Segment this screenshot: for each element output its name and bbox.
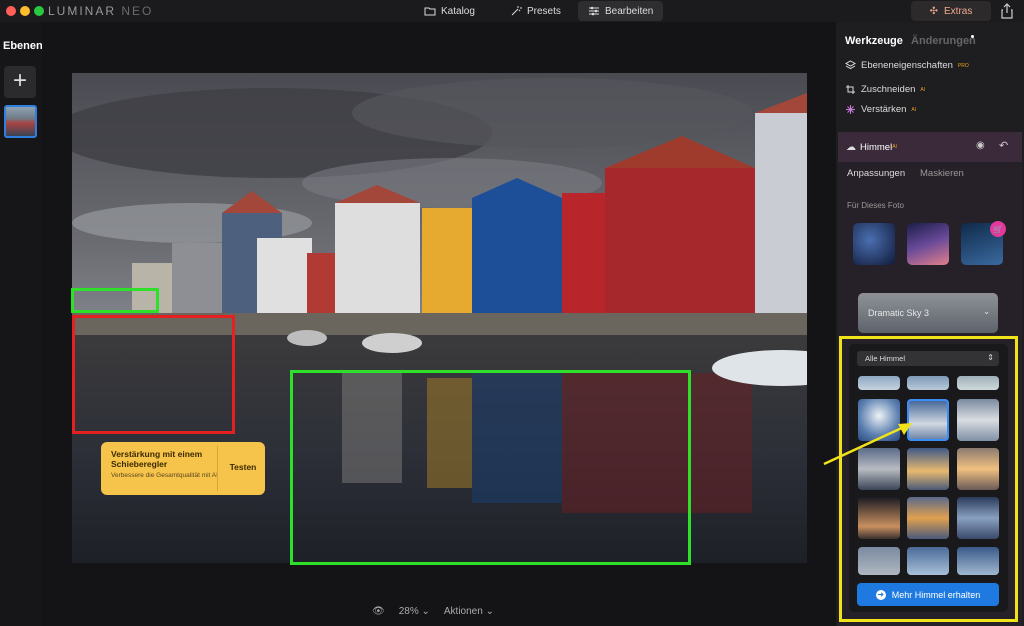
minimize-window-button[interactable] (20, 6, 30, 16)
get-more-skies-button[interactable]: ➜ Mehr Himmel erhalten (857, 583, 999, 606)
sky-gallery-item[interactable] (858, 547, 900, 575)
sky-filter-label: Alle Himmel (865, 354, 906, 363)
sparkle-icon (846, 105, 855, 114)
sky-tool-header[interactable]: ☁ Himmel AI ◉ ↶ (838, 132, 1022, 162)
tab-katalog-label: Katalog (441, 5, 475, 17)
add-layer-button[interactable]: + (4, 66, 36, 98)
cart-icon[interactable]: 🛒 (990, 221, 1006, 237)
sliders-icon (589, 6, 599, 16)
tooltip-description: Verbessere die Gesamtqualität mit AI (111, 472, 218, 479)
actions-label: Aktionen (443, 606, 483, 617)
tool-zuschneiden[interactable]: Zuschneiden AI (845, 84, 925, 95)
app-logo: LUMINAR NEO (48, 4, 154, 18)
sky-gallery-item[interactable] (858, 376, 900, 390)
arrow-circle-icon: ➜ (875, 589, 886, 600)
tab-presets-label: Presets (527, 5, 561, 17)
annotation-arrow (823, 423, 912, 466)
title-bar: LUMINAR NEO Katalog Presets Bearbeiten ✣… (0, 0, 1024, 22)
plus-icon: + (12, 67, 27, 94)
extras-label: Extras (944, 5, 973, 17)
canvas-status-bar: 👁 28% ⌄ Aktionen ⌄ (372, 606, 494, 617)
extras-icon: ✣ (929, 5, 939, 17)
sky-gallery-item[interactable] (907, 547, 949, 575)
chevron-updown-icon: ⇕ (987, 353, 994, 362)
layers-icon (845, 60, 856, 70)
selected-sky-label: Dramatic Sky 3 (868, 308, 930, 318)
tab-bearbeiten[interactable]: Bearbeiten (578, 1, 664, 21)
sky-gallery-item[interactable] (957, 547, 999, 575)
actions-dropdown[interactable]: Aktionen ⌄ (444, 606, 494, 617)
sky-gallery-item[interactable] (957, 399, 999, 441)
tab-bearbeiten-label: Bearbeiten (605, 5, 654, 17)
sky-gallery-item[interactable] (957, 497, 999, 539)
crop-icon (846, 85, 855, 94)
close-window-button[interactable] (6, 6, 16, 16)
ai-badge: AI (911, 106, 917, 113)
get-more-skies-label: Mehr Himmel erhalten (891, 589, 981, 600)
sky-gallery-item[interactable] (957, 376, 999, 390)
extras-button[interactable]: ✣ Extras (911, 1, 991, 21)
subtab-maskieren[interactable]: Maskieren (920, 168, 964, 179)
eye-icon[interactable]: ◉ (976, 140, 985, 151)
enhance-tooltip: Verstärkung mit einem Schieberegler Verb… (101, 442, 265, 495)
tab-aenderungen[interactable]: Änderungen (911, 35, 976, 47)
sky-gallery-item[interactable] (858, 497, 900, 539)
sky-gallery-item[interactable] (957, 448, 999, 490)
tab-katalog[interactable]: Katalog (414, 1, 485, 21)
ai-badge: AI (892, 144, 897, 150)
layer-thumbnail[interactable] (4, 105, 37, 138)
zoom-dropdown[interactable]: 28% ⌄ (399, 606, 430, 617)
folder-icon (424, 7, 436, 16)
eye-icon[interactable]: 👁 (372, 606, 385, 617)
sky-filter-dropdown[interactable]: Alle Himmel ⇕ (857, 351, 999, 366)
layers-title: Ebenen (3, 40, 43, 52)
sky-selection-dropdown[interactable]: Dramatic Sky 3 ⌄ (858, 293, 998, 333)
tab-presets[interactable]: Presets (500, 1, 571, 21)
ai-badge: AI (920, 86, 926, 93)
sky-gallery-item[interactable] (907, 376, 949, 390)
tool-verstaerken[interactable]: Verstärken AI (845, 104, 916, 115)
tool-label: Verstärken (861, 104, 907, 115)
sky-thumbnail[interactable] (907, 223, 949, 265)
cloud-icon: ☁ (846, 141, 856, 153)
tooltip-divider (217, 446, 218, 491)
tooltip-try-button[interactable]: Testen (221, 462, 265, 472)
sky-gallery-item[interactable] (907, 497, 949, 539)
chevron-down-icon: ⌄ (983, 307, 990, 316)
reset-icon[interactable]: ↶ (999, 139, 1008, 152)
sky-thumbnail[interactable] (853, 223, 895, 265)
highlight-horizon-box (71, 288, 159, 313)
highlight-reflection-box-green (290, 370, 691, 565)
tool-ebeneneigenschaften[interactable]: Ebeneneigenschaften PRO (845, 60, 969, 71)
magic-wand-icon (511, 6, 522, 16)
zoom-value: 28% (398, 606, 419, 617)
for-this-photo-label: Für Dieses Foto (847, 201, 904, 210)
pro-badge: PRO (957, 62, 969, 69)
share-icon[interactable] (1000, 3, 1014, 19)
subtab-anpassungen[interactable]: Anpassungen (847, 168, 905, 179)
sky-title: Himmel (860, 141, 893, 153)
maximize-window-button[interactable] (34, 6, 44, 16)
changes-indicator-dot (971, 35, 974, 38)
tab-werkzeuge[interactable]: Werkzeuge (845, 35, 903, 47)
tool-label: Ebeneneigenschaften (861, 60, 953, 71)
tool-label: Zuschneiden (861, 84, 916, 95)
highlight-reflection-box-red (72, 315, 235, 434)
tooltip-title: Verstärkung mit einem Schieberegler (111, 449, 203, 469)
